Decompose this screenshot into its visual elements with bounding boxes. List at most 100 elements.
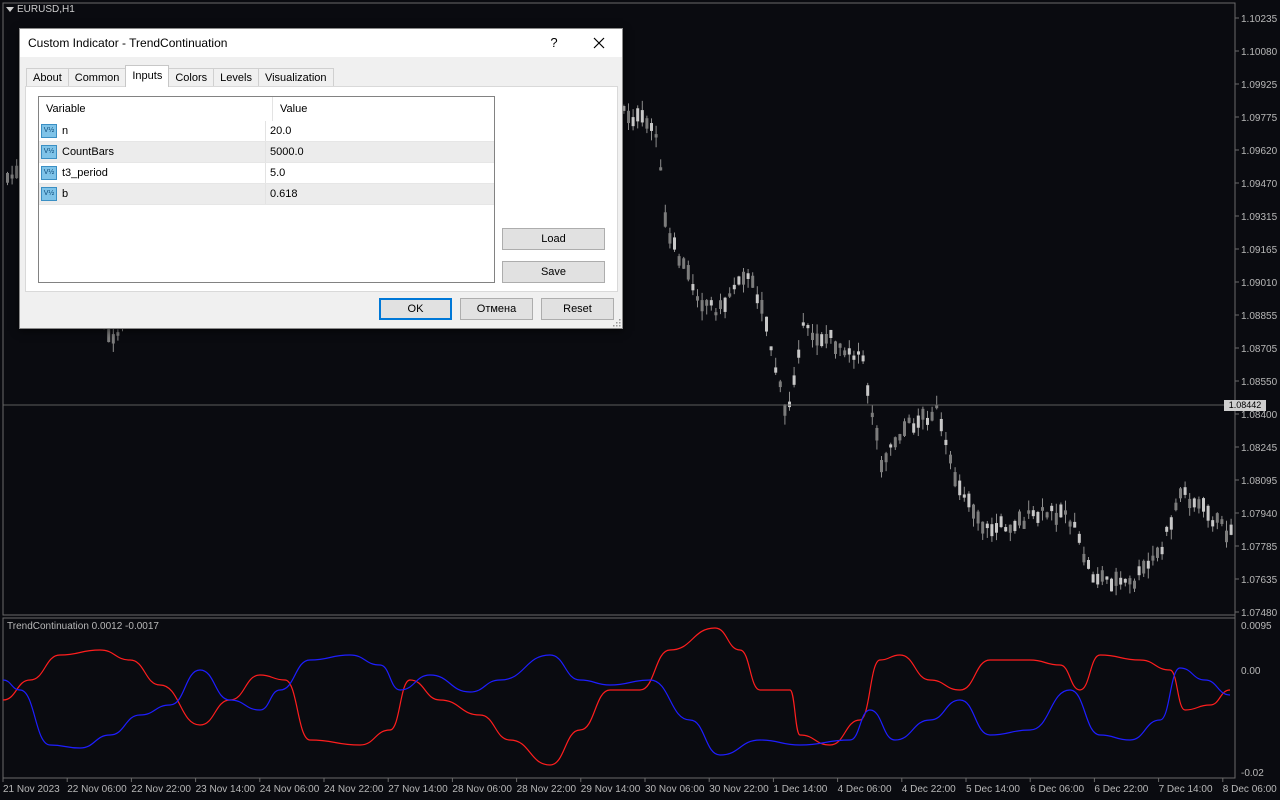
candle-body	[686, 265, 690, 280]
price-tick-label: 1.10235	[1241, 14, 1278, 25]
candle-body	[921, 408, 925, 420]
ok-button[interactable]: OK	[379, 298, 452, 320]
price-tick-label: 1.08245	[1241, 443, 1278, 454]
time-tick-label: 23 Nov 14:00	[196, 784, 256, 795]
time-tick-label: 4 Dec 06:00	[838, 784, 892, 795]
inputs-table: Variable Value V½ n 20.0 V½ CountBars 5000…	[38, 96, 495, 283]
candle-body	[732, 284, 736, 290]
help-button[interactable]: ?	[542, 33, 566, 53]
candle-body	[111, 334, 115, 344]
close-button[interactable]	[584, 32, 614, 54]
indicator-frame	[2, 617, 1236, 779]
candle-body	[916, 415, 920, 428]
table-row[interactable]: V½ CountBars 5000.0	[39, 142, 494, 163]
table-row[interactable]: V½ b 0.618	[39, 184, 494, 205]
candle-body	[15, 165, 19, 179]
time-tick-label: 7 Dec 14:00	[1159, 784, 1213, 795]
candle-body	[1041, 507, 1044, 511]
tab-colors[interactable]: Colors	[168, 68, 215, 87]
param-value[interactable]: 20.0	[266, 125, 291, 137]
candle-body	[774, 367, 778, 373]
candle-body	[829, 329, 833, 338]
candle-body	[1091, 574, 1095, 583]
candle-body	[967, 493, 971, 508]
candle-body	[939, 418, 943, 432]
candle-body	[755, 294, 759, 304]
tab-visualization[interactable]: Visualization	[257, 68, 334, 87]
candle-body	[1169, 517, 1173, 530]
dialog-titlebar[interactable]: Custom Indicator - TrendContinuation ?	[20, 29, 622, 57]
candle-body	[852, 355, 856, 360]
time-tick-label: 6 Dec 06:00	[1030, 784, 1084, 795]
candle-body	[926, 417, 929, 425]
candle-body	[1229, 524, 1233, 535]
candle-body	[838, 343, 842, 348]
current-price-tag: 1.08442	[1224, 400, 1266, 411]
column-header-value[interactable]: Value	[273, 97, 307, 121]
indicator-tick-label: 0.00	[1241, 666, 1261, 677]
indicator-axis: 0.0095 0.00 -0.02	[1241, 621, 1272, 779]
param-value[interactable]: 0.618	[266, 188, 298, 200]
candle-body	[1225, 530, 1228, 543]
indicator-label: TrendContinuation 0.0012 -0.0017	[7, 621, 159, 632]
param-value[interactable]: 5000.0	[266, 146, 304, 158]
candle-body	[673, 237, 676, 250]
candle-body	[663, 212, 667, 227]
candle-body	[893, 437, 897, 448]
candle-body	[1036, 512, 1040, 523]
candle-body	[1160, 546, 1164, 555]
candle-body	[930, 411, 934, 421]
candle-body	[728, 293, 732, 297]
cancel-button[interactable]: Отмена	[460, 298, 533, 320]
candle-body	[1197, 499, 1201, 509]
table-row[interactable]: V½ n 20.0	[39, 121, 494, 142]
candle-body	[1031, 510, 1035, 517]
column-header-variable[interactable]: Variable	[39, 97, 273, 121]
candle-body	[1146, 560, 1150, 569]
candle-body	[1165, 526, 1169, 532]
candle-body	[884, 453, 888, 463]
candle-body	[1073, 521, 1077, 528]
candle-body	[907, 417, 911, 423]
candle-body	[719, 300, 722, 309]
table-row[interactable]: V½ t3_period 5.0	[39, 163, 494, 184]
time-tick-label: 4 Dec 22:00	[902, 784, 956, 795]
tab-inputs[interactable]: Inputs	[125, 65, 170, 87]
tab-common[interactable]: Common	[67, 68, 127, 87]
candle-body	[1059, 504, 1063, 518]
candle-body	[705, 300, 709, 306]
param-name: n	[62, 125, 69, 137]
candle-body	[696, 296, 699, 301]
candle-body	[792, 375, 796, 385]
candle-body	[631, 117, 635, 127]
load-button[interactable]: Load	[502, 228, 605, 250]
tab-about[interactable]: About	[26, 68, 69, 87]
price-tick-label: 1.08095	[1241, 476, 1278, 487]
candle-body	[677, 256, 681, 266]
time-tick-label: 28 Nov 06:00	[452, 784, 512, 795]
dialog-tabs: About Common Inputs Colors Levels Visual…	[26, 65, 334, 87]
indicator-tick-label: 0.0095	[1241, 621, 1272, 632]
reset-button[interactable]: Reset	[541, 298, 614, 320]
candle-body	[700, 300, 704, 312]
time-tick-label: 24 Nov 22:00	[324, 784, 384, 795]
chevron-down-icon	[6, 7, 14, 12]
candle-body	[843, 350, 847, 356]
save-button[interactable]: Save	[502, 261, 605, 283]
table-header: Variable Value	[39, 97, 494, 121]
candle-body	[820, 334, 824, 347]
tab-levels[interactable]: Levels	[213, 68, 259, 87]
candle-body	[682, 258, 686, 269]
candle-body	[797, 349, 801, 358]
candle-body	[875, 427, 879, 441]
candle-body	[1128, 578, 1132, 585]
param-value[interactable]: 5.0	[266, 167, 285, 179]
resize-grip-icon[interactable]	[613, 319, 621, 327]
candle-body	[654, 134, 658, 138]
candle-body	[1114, 571, 1118, 586]
custom-indicator-dialog: Custom Indicator - TrendContinuation ? A…	[19, 28, 623, 329]
price-tick-label: 1.08855	[1241, 311, 1278, 322]
candle-body	[1215, 513, 1219, 523]
candle-body	[1188, 498, 1192, 509]
parameter-icon: V½	[41, 187, 57, 201]
